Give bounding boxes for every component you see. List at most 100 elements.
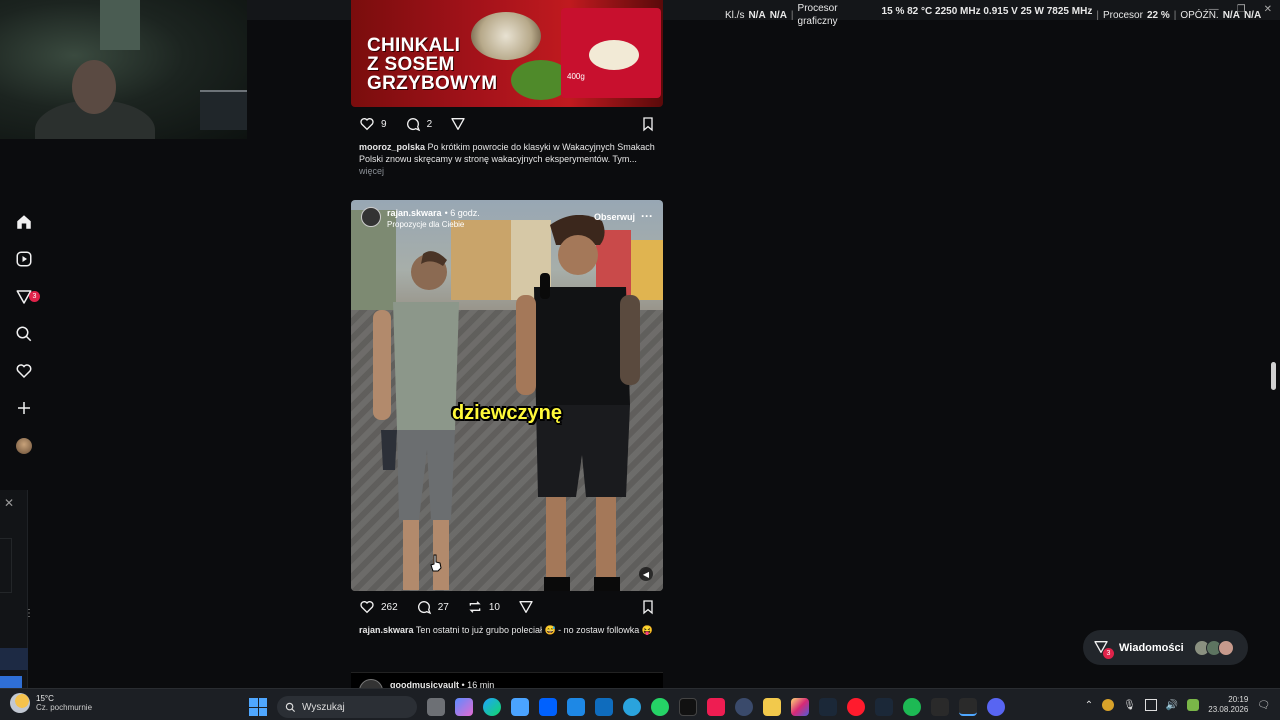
post-video[interactable]: rajan.skwara • 6 godz. Propozycje dla Ci… — [351, 200, 663, 591]
follow-button[interactable]: Obserwuj — [594, 212, 635, 222]
create-icon[interactable] — [14, 398, 34, 418]
instagram-icon[interactable] — [791, 698, 809, 716]
like-icon[interactable] — [359, 599, 375, 615]
fps-label: Kl./s — [725, 10, 745, 21]
share-icon[interactable] — [450, 116, 466, 132]
microphone-icon[interactable]: 🎙 — [1123, 700, 1136, 711]
steam-icon[interactable] — [875, 698, 893, 716]
webcam-overlay — [0, 0, 247, 139]
performance-overlay: Kl./s N/A N/A | Procesor graficzny 15 % 8… — [725, 3, 1261, 28]
heart-icon[interactable] — [14, 361, 34, 381]
minimize-icon[interactable]: — — [1209, 4, 1219, 15]
profile-avatar[interactable] — [14, 436, 34, 456]
tiktok-icon[interactable] — [679, 698, 697, 716]
search-icon — [285, 702, 296, 712]
comment-count: 27 — [437, 601, 449, 613]
like-count: 9 — [381, 118, 387, 130]
discord-icon[interactable] — [987, 698, 1005, 716]
edge-icon[interactable] — [483, 698, 501, 716]
comment-icon[interactable] — [405, 116, 421, 132]
restore-icon[interactable]: ❐ — [1237, 4, 1246, 15]
messages-icon[interactable]: 3 — [14, 287, 40, 307]
like-count: 262 — [381, 601, 398, 613]
repost-count: 10 — [488, 601, 500, 613]
suggested-label: Propozycje dla Ciebie — [387, 220, 465, 229]
share-icon[interactable] — [518, 599, 534, 615]
caption-username[interactable]: rajan.skwara — [359, 625, 414, 635]
fps-value: N/A — [748, 10, 766, 21]
steam-icon[interactable] — [819, 698, 837, 716]
app-icon[interactable] — [931, 698, 949, 716]
more-icon[interactable]: ⋮ — [24, 608, 34, 619]
like-icon[interactable] — [359, 116, 375, 132]
post2-actions: 262 27 10 — [359, 599, 534, 615]
taskbar-apps: Wyszukaj — [249, 696, 1005, 718]
explorer-icon[interactable] — [763, 698, 781, 716]
cpu-label: Procesor — [1102, 10, 1143, 21]
tray-app-icon[interactable] — [1102, 699, 1115, 711]
volume-icon[interactable]: 🔊 — [1166, 700, 1178, 711]
messages-button[interactable]: 3 Wiadomości — [1083, 630, 1248, 665]
copilot-icon[interactable] — [455, 698, 473, 716]
clock[interactable]: 20:19 23.08.2026 — [1208, 695, 1248, 715]
scrollbar-thumb[interactable] — [1271, 362, 1276, 390]
reels-icon[interactable] — [14, 249, 34, 269]
bookmark-icon[interactable] — [640, 599, 656, 615]
avatar[interactable] — [361, 207, 381, 227]
chevron-up-icon[interactable]: ⌃ — [1085, 700, 1093, 711]
app-icon[interactable] — [567, 698, 585, 716]
search-icon[interactable] — [14, 324, 34, 344]
video-subtitle: dziewczynę — [451, 402, 563, 424]
dropbox-icon[interactable] — [539, 698, 557, 716]
mute-icon[interactable]: ◀ — [639, 567, 653, 581]
messages-icon: 3 — [1093, 639, 1114, 659]
threads-icon[interactable] — [959, 698, 977, 716]
post-image-food[interactable]: 400g CHINKALI Z SOSEM GRZYBOWYM — [351, 0, 663, 107]
gpu-stats: 15 % 82 °C 2250 MHz 0.915 V 25 W 7825 MH… — [881, 6, 1093, 17]
battery-icon[interactable] — [1187, 699, 1200, 711]
close-icon[interactable]: ✕ — [4, 496, 14, 510]
divider: | — [790, 10, 794, 21]
more-link[interactable]: więcej — [359, 166, 384, 176]
pack-weight: 400g — [567, 72, 585, 81]
outlook-icon[interactable] — [595, 698, 613, 716]
message-avatars — [1193, 639, 1234, 656]
tiktok-studio-icon[interactable] — [707, 698, 725, 716]
start-icon[interactable] — [249, 698, 267, 716]
task-view-icon[interactable] — [427, 698, 445, 716]
messages-badge: 3 — [29, 291, 40, 302]
store-icon[interactable] — [511, 698, 529, 716]
post1-caption: mooroz_polska Po krótkim powrocie do kla… — [359, 141, 659, 177]
post-time: • 6 godz. — [444, 208, 480, 218]
post2-caption: rajan.skwara Ten ostatni to już grubo po… — [359, 624, 659, 636]
post1-actions: 9 2 — [359, 116, 466, 132]
notification-icon[interactable]: 🗨 — [1257, 700, 1270, 711]
messages-label: Wiadomości — [1119, 641, 1184, 654]
more-options-icon[interactable]: ··· — [641, 209, 653, 223]
gpu-label: Procesor graficzny — [797, 3, 838, 27]
caption-text: Ten ostatni to już grubo poleciał 😅 - no… — [415, 625, 653, 635]
taskbar-search[interactable]: Wyszukaj — [277, 696, 417, 718]
weather-icon — [10, 693, 30, 713]
home-icon[interactable] — [14, 212, 34, 232]
food-title: CHINKALI Z SOSEM GRZYBOWYM — [367, 35, 498, 94]
bookmark-icon[interactable] — [640, 116, 656, 132]
whatsapp-icon[interactable] — [651, 698, 669, 716]
telegram-icon[interactable] — [623, 698, 641, 716]
window-controls: — ❐ ✕ — [1209, 4, 1272, 15]
spotify-icon[interactable] — [903, 698, 921, 716]
weather-widget[interactable]: 15°C Cz. pochmurnie — [10, 693, 92, 713]
display-icon[interactable] — [1144, 699, 1157, 711]
repost-icon[interactable] — [467, 599, 483, 615]
divider: | — [1173, 10, 1177, 21]
post2-header: rajan.skwara • 6 godz. Propozycje dla Ci… — [361, 207, 480, 229]
hand-cursor-icon — [430, 554, 442, 572]
post-username[interactable]: rajan.skwara — [387, 208, 442, 218]
caption-username[interactable]: mooroz_polska — [359, 142, 425, 152]
divider: | — [1096, 10, 1099, 21]
close-icon[interactable]: ✕ — [1264, 4, 1272, 15]
app-icon[interactable] — [735, 698, 753, 716]
opera-icon[interactable] — [847, 698, 865, 716]
weather-desc: Cz. pochmurnie — [36, 703, 93, 712]
comment-icon[interactable] — [416, 599, 432, 615]
